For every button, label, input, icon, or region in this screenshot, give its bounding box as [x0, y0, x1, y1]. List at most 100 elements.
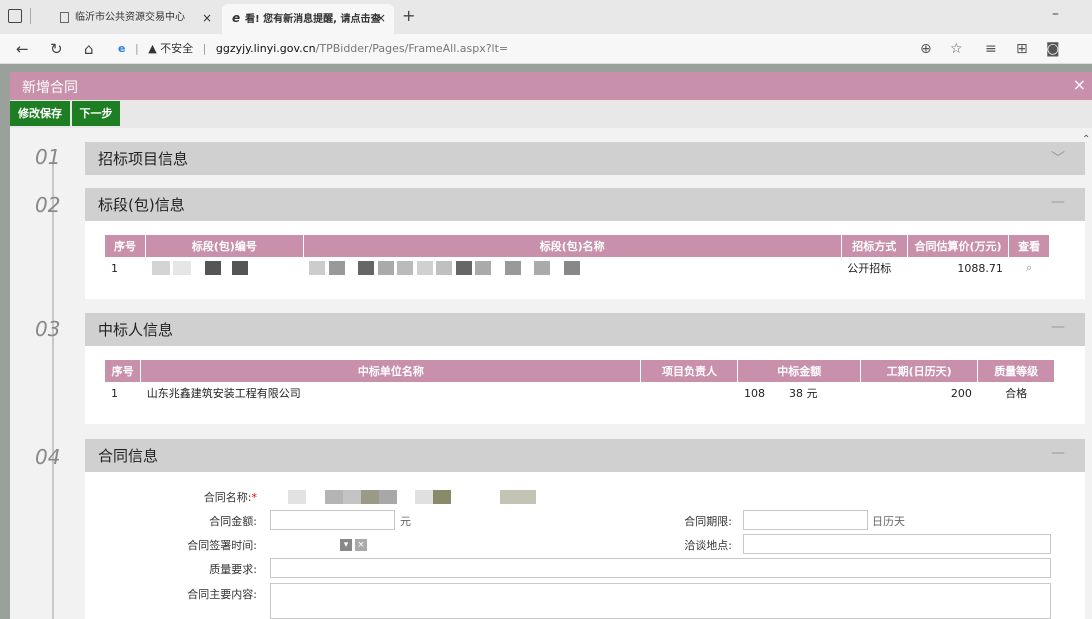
close-icon[interactable]: ×: [1073, 75, 1086, 94]
col-header: 合同估算价(万元): [907, 235, 1010, 257]
step-number: 01: [35, 145, 61, 169]
negotiation-place-input[interactable]: [743, 534, 1051, 554]
warning-icon: ▲: [148, 42, 157, 55]
contract-content-textarea[interactable]: [270, 583, 1051, 619]
browser-tab-bar: 临沂市公共资源交易中心 × e 看! 您有新消息提醒, 请点击查 × + –: [0, 0, 1092, 34]
timeline-line: [52, 162, 54, 619]
contract-amount-input[interactable]: [270, 510, 395, 530]
amount-prefix: 108: [743, 387, 765, 400]
bid-section-body: 序号 标段(包)编号 标段(包)名称 招标方式 合同估算价(万元) 查看 1 公…: [85, 221, 1085, 299]
col-header: 招标方式: [841, 235, 908, 257]
section-header-bid-section[interactable]: 标段(包)信息 —: [85, 188, 1085, 221]
collapse-icon[interactable]: —: [1051, 319, 1065, 335]
contract-amount-label: 合同金额:: [209, 515, 257, 528]
minimize-icon[interactable]: –: [1052, 6, 1059, 22]
tab-divider: [30, 8, 31, 24]
tab-actions-icon[interactable]: [8, 9, 22, 23]
contract-name-label: 合同名称:*: [203, 491, 258, 504]
winning-amount: 108 38 元: [738, 382, 861, 404]
bid-method: 公开招标: [847, 262, 892, 275]
quality-grade: 合格: [1005, 387, 1028, 400]
bid-section-table: 序号 标段(包)编号 标段(包)名称 招标方式 合同估算价(万元) 查看 1 公…: [105, 235, 1050, 279]
collapse-icon[interactable]: —: [1051, 194, 1065, 210]
favorites-list-icon[interactable]: ≡: [985, 41, 997, 57]
col-header: 中标单位名称: [140, 360, 642, 382]
ie-icon: e: [232, 11, 241, 25]
page-icon: [60, 11, 69, 23]
collections-icon[interactable]: ⊞: [1016, 41, 1028, 57]
sign-time-label: 合同签署时间:: [187, 539, 257, 552]
section-header-project[interactable]: 招标项目信息 ﹀: [85, 142, 1085, 175]
next-step-button[interactable]: 下一步: [72, 101, 120, 126]
contract-estimate: 1088.71: [957, 261, 1003, 275]
back-icon[interactable]: ←: [16, 40, 29, 58]
section-title: 标段(包)信息: [98, 196, 185, 214]
tab-message[interactable]: e 看! 您有新消息提醒, 请点击查 ×: [222, 4, 394, 34]
required-mark: *: [251, 491, 258, 504]
tab-linyi-center[interactable]: 临沂市公共资源交易中心 ×: [50, 4, 220, 34]
winner-company: 山东兆鑫建筑安装工程有限公司: [146, 387, 301, 400]
contract-name-field[interactable]: [270, 486, 570, 508]
quality-requirement-label: 质量要求:: [209, 563, 257, 576]
contract-form-body: 合同名称:* 合同金额: 元 合同期限: 日历天 合同签署时间: ▾ × 洽谈地…: [85, 472, 1085, 619]
quality-requirement-input[interactable]: [270, 558, 1051, 578]
save-button[interactable]: 修改保存: [10, 101, 70, 126]
table-row[interactable]: 1 山东兆鑫建筑安装工程有限公司 108 38 元 200 合格: [105, 382, 1055, 404]
col-header: 序号: [105, 235, 147, 257]
contract-content-label: 合同主要内容:: [187, 588, 257, 601]
winner-table: 序号 中标单位名称 项目负责人 中标金额 工期(日历天) 质量等级 1 山东兆鑫…: [105, 360, 1055, 404]
step-number: 02: [35, 193, 61, 217]
dialog-header: 新增合同 ×: [10, 72, 1092, 100]
zoom-icon[interactable]: ⊕: [920, 41, 932, 57]
duration-days: 200: [950, 386, 972, 400]
url-host: ggzyjy.linyi.gov.cn: [215, 42, 316, 55]
col-header: 标段(包)编号: [145, 235, 304, 257]
close-tab-icon[interactable]: ×: [202, 4, 212, 32]
col-header: 项目负责人: [640, 360, 739, 382]
chevron-down-icon[interactable]: ﹀: [1051, 148, 1065, 168]
col-header: 工期(日历天): [860, 360, 979, 382]
section-title: 中标人信息: [98, 321, 174, 339]
insecure-label: 不安全: [160, 42, 194, 55]
close-tab-icon[interactable]: ×: [376, 4, 386, 32]
tab-label: 看! 您有新消息提醒, 请点击查: [245, 14, 381, 25]
amount-suffix: 38 元: [788, 387, 818, 400]
term-unit: 日历天: [872, 515, 905, 528]
col-header: 查看: [1008, 235, 1050, 257]
scroll-up-icon[interactable]: ⌃: [1082, 134, 1092, 148]
refresh-icon[interactable]: ↻: [50, 40, 63, 58]
calendar-icon[interactable]: ▾: [340, 539, 352, 551]
clear-icon[interactable]: ×: [355, 539, 367, 551]
negotiation-place-label: 洽谈地点:: [684, 539, 732, 552]
section-header-winner[interactable]: 中标人信息 —: [85, 313, 1085, 346]
section-header-contract[interactable]: 合同信息 —: [85, 439, 1085, 472]
section-title: 合同信息: [98, 447, 159, 465]
col-header: 质量等级: [977, 360, 1055, 382]
col-header: 中标金额: [737, 360, 861, 382]
tab-label: 临沂市公共资源交易中心: [75, 12, 185, 23]
col-header: 标段(包)名称: [303, 235, 842, 257]
add-contract-dialog: 新增合同 × 修改保存 下一步 01 招标项目信息 ﹀ 02 标段(包)信息 —…: [10, 72, 1092, 619]
table-header-row: 序号 标段(包)编号 标段(包)名称 招标方式 合同估算价(万元) 查看: [105, 235, 1050, 257]
ie-mode-icon: e: [118, 42, 126, 55]
step-number: 04: [35, 445, 61, 469]
url-field[interactable]: e | ▲ 不安全 | ggzyjy.linyi.gov.cn/TPBidder…: [118, 38, 948, 60]
project-manager: [641, 382, 738, 404]
dialog-toolbar: 修改保存 下一步: [10, 100, 1092, 128]
url-path: /TPBidder/Pages/FrameAll.aspx?lt=: [315, 42, 509, 55]
table-row[interactable]: 1 公开招标 1088.71 ⌕: [105, 257, 1050, 279]
new-tab-button[interactable]: +: [402, 6, 415, 25]
contract-term-input[interactable]: [743, 510, 868, 530]
search-icon[interactable]: ⌕: [1009, 257, 1050, 279]
redacted-code: [146, 257, 303, 279]
collapse-icon[interactable]: —: [1051, 445, 1065, 461]
redacted-name: [303, 257, 841, 279]
row-index: 1: [111, 261, 118, 275]
favorite-icon[interactable]: ☆: [950, 41, 963, 57]
browser-essentials-icon[interactable]: ◙: [1046, 41, 1060, 57]
amount-unit: 元: [400, 515, 411, 528]
address-bar: ← ↻ ⌂ e | ▲ 不安全 | ggzyjy.linyi.gov.cn/TP…: [0, 34, 1092, 64]
dialog-title: 新增合同: [22, 80, 78, 96]
home-icon[interactable]: ⌂: [84, 40, 94, 58]
col-header: 序号: [105, 360, 142, 382]
